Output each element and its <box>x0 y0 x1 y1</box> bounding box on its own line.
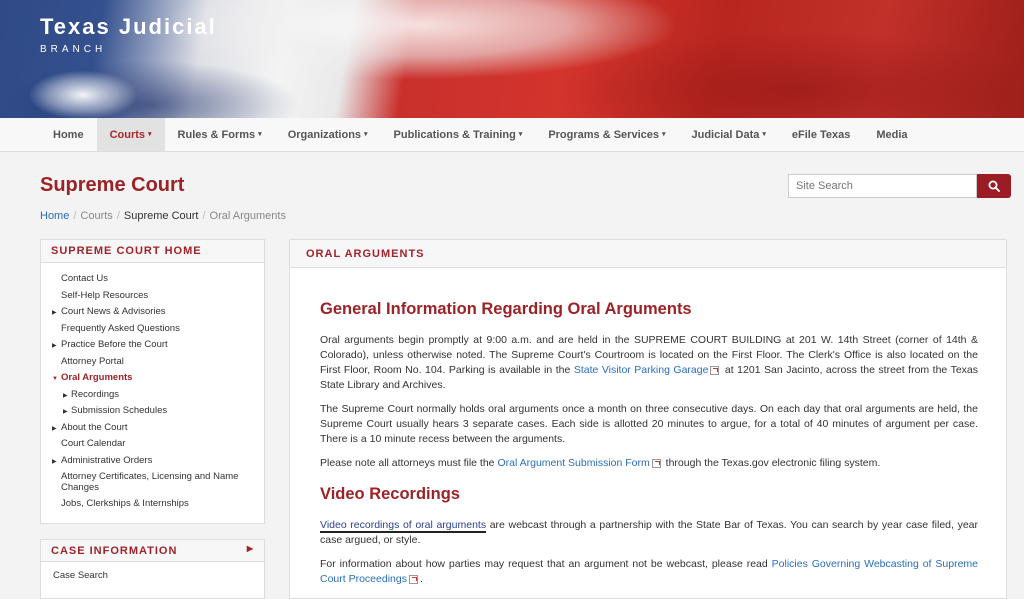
sidebar-item-contact-us[interactable]: Contact Us <box>41 271 264 288</box>
parking-garage-link[interactable]: State Visitor Parking Garage <box>574 364 709 376</box>
nav-programs-services[interactable]: Programs & Services ▾ <box>535 118 678 151</box>
caret-right-icon: ▶ <box>52 458 57 465</box>
chevron-right-icon: ▶ <box>246 544 254 553</box>
nav-home[interactable]: Home <box>40 118 97 151</box>
search-input[interactable] <box>788 174 977 198</box>
breadcrumb-courts[interactable]: Courts <box>80 210 112 222</box>
main-content-panel: ORAL ARGUMENTS General Information Regar… <box>289 239 1007 599</box>
sidebar-item-admin-orders[interactable]: ▶ Administrative Orders <box>41 453 264 470</box>
panel-title: ORAL ARGUMENTS <box>290 240 1006 268</box>
sidebar-title[interactable]: SUPREME COURT HOME <box>41 240 264 263</box>
chevron-down-icon: ▾ <box>364 131 368 139</box>
flag-star-icon <box>28 70 138 118</box>
paragraph-video: Video recordings of oral arguments are w… <box>320 519 978 546</box>
external-link-icon <box>408 574 418 584</box>
search-button[interactable] <box>977 174 1011 198</box>
caret-right-icon: ▶ <box>52 425 57 432</box>
chevron-down-icon: ▾ <box>148 131 152 139</box>
site-logo[interactable]: Texas Judicial BRANCH <box>40 14 217 55</box>
nav-judicial-data[interactable]: Judicial Data ▾ <box>679 118 779 151</box>
sidebar-nav: SUPREME COURT HOME Contact Us Self-Help … <box>40 239 265 524</box>
sidebar-item-oral-arguments[interactable]: ▼ Oral Arguments <box>41 370 264 387</box>
logo-title: Texas Judicial <box>40 14 217 39</box>
sidebar-item-jobs[interactable]: Jobs, Clerkships & Internships <box>41 496 264 513</box>
search-icon <box>988 180 1000 192</box>
logo-subtitle: BRANCH <box>40 44 107 55</box>
case-information-panel: CASE INFORMATION ▶ Case Search <box>40 539 265 599</box>
sidebar-item-about[interactable]: ▶ About the Court <box>41 420 264 437</box>
section-heading-general: General Information Regarding Oral Argum… <box>320 300 692 318</box>
nav-courts[interactable]: Courts ▾ <box>96 118 165 151</box>
external-link-icon <box>710 365 720 375</box>
caret-right-icon: ▶ <box>63 409 68 415</box>
section-heading-video: Video Recordings <box>320 485 460 503</box>
title-row: Supreme Court Home/Courts/Supreme Court/… <box>0 152 1024 222</box>
submission-form-link[interactable]: Oral Argument Submission Form <box>497 457 649 469</box>
nav-media[interactable]: Media <box>863 118 920 151</box>
nav-efile-texas[interactable]: eFile Texas <box>779 118 864 151</box>
nav-organizations[interactable]: Organizations ▾ <box>275 118 381 151</box>
sidebar-item-attorney-certificates[interactable]: Attorney Certificates, Licensing and Nam… <box>41 469 264 496</box>
breadcrumb-supreme-court[interactable]: Supreme Court <box>124 210 199 222</box>
chevron-down-icon: ▾ <box>661 131 666 139</box>
sidebar-item-court-calendar[interactable]: Court Calendar <box>41 436 264 453</box>
caret-right-icon: ▶ <box>63 392 68 399</box>
sidebar-item-submission-schedules[interactable]: ▶ Submission Schedules <box>41 403 264 420</box>
sidebar-item-court-news[interactable]: ▶ Court News & Advisories <box>41 304 264 321</box>
sidebar-item-practice[interactable]: ▶ Practice Before the Court <box>41 337 264 354</box>
sidebar-item-self-help[interactable]: Self-Help Resources <box>41 288 264 305</box>
paragraph-submission: Please note all attorneys must file the … <box>320 457 881 469</box>
case-information-title[interactable]: CASE INFORMATION ▶ <box>41 540 264 562</box>
chevron-down-icon: ▾ <box>762 131 766 139</box>
breadcrumb: Home / Courts / Supreme Court / Oral Arguments <box>40 210 286 222</box>
sidebar-item-recordings[interactable]: ▶ Recordings <box>41 387 264 404</box>
paragraph-schedule: The Supreme Court normally holds oral ar… <box>320 403 978 445</box>
paragraph-location: Oral arguments begin promptly at 9:00 a.… <box>320 334 978 391</box>
video-recordings-link[interactable]: Video recordings of oral arguments <box>320 519 487 533</box>
caret-right-icon: ▶ <box>52 310 57 316</box>
external-link-icon <box>651 458 661 468</box>
header-banner: Texas Judicial BRANCH <box>0 0 1024 118</box>
nav-publications-training[interactable]: Publications & Training ▾ <box>381 118 536 151</box>
main-nav: Home Courts ▾ Rules & Forms ▾ Organization… <box>0 118 1024 152</box>
page-title: Supreme Court <box>40 174 185 196</box>
paragraph-webcast-policy: For information about how parties may re… <box>320 558 978 585</box>
sidebar-item-faq[interactable]: Frequently Asked Questions <box>41 321 264 338</box>
chevron-down-icon: ▾ <box>518 131 523 139</box>
sidebar-item-attorney-portal[interactable]: Attorney Portal <box>41 354 264 371</box>
caret-right-icon: ▶ <box>52 343 57 349</box>
breadcrumb-current: Oral Arguments <box>209 210 286 222</box>
chevron-down-icon: ▾ <box>258 131 262 139</box>
nav-rules-forms[interactable]: Rules & Forms ▾ <box>165 118 275 151</box>
caret-down-icon: ▼ <box>52 376 58 382</box>
breadcrumb-home[interactable]: Home <box>40 210 69 222</box>
